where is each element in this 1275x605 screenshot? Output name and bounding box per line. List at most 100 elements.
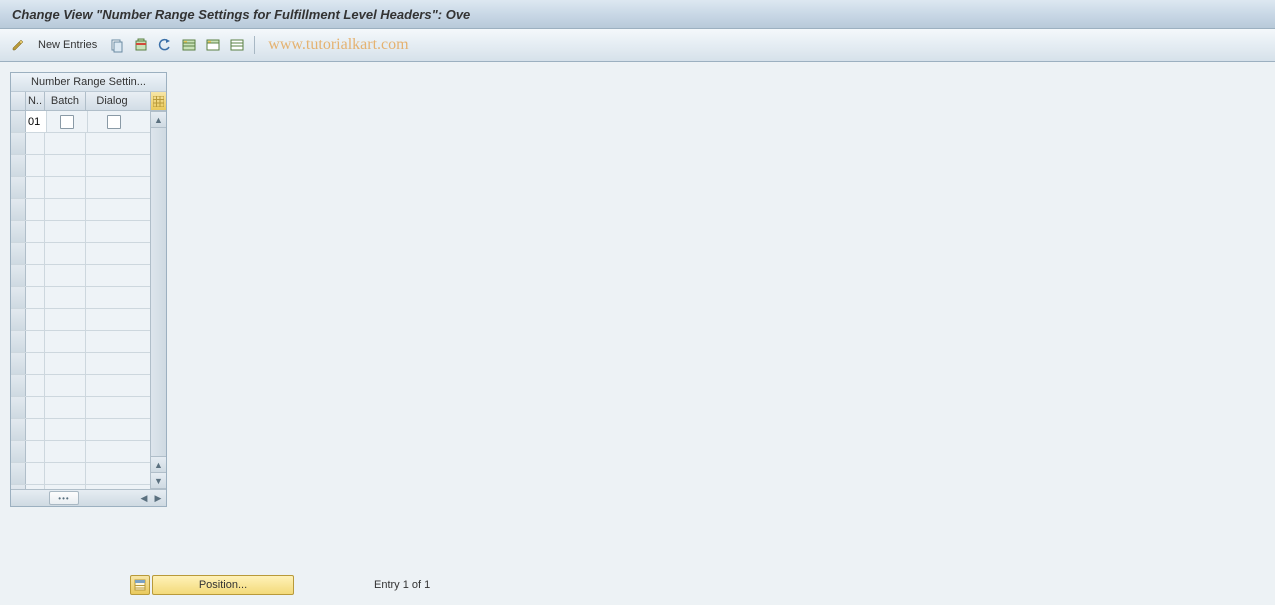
checkbox[interactable] <box>60 115 74 129</box>
scroll-line-up-icon[interactable]: ▲ <box>151 456 166 473</box>
row-selector[interactable] <box>11 309 26 330</box>
cell-n-empty[interactable] <box>26 397 45 418</box>
cell-batch-empty[interactable] <box>45 309 86 330</box>
cell-dialog-empty[interactable] <box>86 463 138 484</box>
row-selector[interactable] <box>11 419 26 440</box>
cell-n-empty[interactable] <box>26 199 45 220</box>
cell-dialog-empty[interactable] <box>86 287 138 308</box>
cell-batch-empty[interactable] <box>45 397 86 418</box>
cell-batch-empty[interactable] <box>45 155 86 176</box>
row-selector[interactable] <box>11 155 26 176</box>
application-toolbar: New Entries www.tutorialkart.com <box>0 29 1275 62</box>
row-selector[interactable] <box>11 243 26 264</box>
column-header-batch[interactable]: Batch <box>45 92 86 110</box>
checkbox[interactable] <box>107 115 121 129</box>
column-header-n[interactable]: N.. <box>26 92 45 110</box>
row-selector[interactable] <box>11 287 26 308</box>
cell-batch-empty[interactable] <box>45 133 86 154</box>
scroll-up-icon[interactable]: ▲ <box>151 111 166 128</box>
cell-n-empty[interactable] <box>26 177 45 198</box>
cell-batch[interactable] <box>47 111 88 132</box>
undo-change-icon[interactable] <box>155 35 175 55</box>
cell-dialog-empty[interactable] <box>86 441 138 462</box>
cell-batch-empty[interactable] <box>45 419 86 440</box>
cell-dialog-empty[interactable] <box>86 397 138 418</box>
cell-n-empty[interactable] <box>26 155 45 176</box>
row-selector[interactable] <box>11 111 26 132</box>
cell-dialog-empty[interactable] <box>86 177 138 198</box>
cell-dialog-empty[interactable] <box>86 375 138 396</box>
cell-n-empty[interactable] <box>26 485 45 489</box>
cell-n-empty[interactable] <box>26 375 45 396</box>
cell-n-empty[interactable] <box>26 265 45 286</box>
scroll-left-icon[interactable]: ◀ <box>138 492 150 504</box>
grid-table: N.. Batch Dialog 01 <box>11 92 150 489</box>
cell-n-empty[interactable] <box>26 353 45 374</box>
copy-as-icon[interactable] <box>107 35 127 55</box>
row-selector[interactable] <box>11 177 26 198</box>
column-header-dialog[interactable]: Dialog <box>86 92 138 110</box>
deselect-all-icon[interactable] <box>227 35 247 55</box>
cell-dialog-empty[interactable] <box>86 485 138 489</box>
cell-n-empty[interactable] <box>26 331 45 352</box>
scroll-down-icon[interactable]: ▼ <box>151 473 166 489</box>
cell-n-empty[interactable] <box>26 419 45 440</box>
cell-n-empty[interactable] <box>26 221 45 242</box>
cell-batch-empty[interactable] <box>45 177 86 198</box>
cell-dialog-empty[interactable] <box>86 419 138 440</box>
scroll-right-icon[interactable]: ▶ <box>152 492 164 504</box>
cell-batch-empty[interactable] <box>45 199 86 220</box>
cell-batch-empty[interactable] <box>45 331 86 352</box>
cell-dialog[interactable] <box>88 111 140 132</box>
cell-batch-empty[interactable] <box>45 287 86 308</box>
cell-dialog-empty[interactable] <box>86 353 138 374</box>
cell-batch-empty[interactable] <box>45 353 86 374</box>
cell-dialog-empty[interactable] <box>86 133 138 154</box>
delete-icon[interactable] <box>131 35 151 55</box>
row-selector[interactable] <box>11 441 26 462</box>
cell-batch-empty[interactable] <box>45 485 86 489</box>
cell-dialog-empty[interactable] <box>86 331 138 352</box>
row-selector[interactable] <box>11 375 26 396</box>
cell-batch-empty[interactable] <box>45 375 86 396</box>
table-settings-icon[interactable] <box>151 92 166 111</box>
row-selector[interactable] <box>11 353 26 374</box>
row-selector[interactable] <box>11 133 26 154</box>
cell-n-empty[interactable] <box>26 133 45 154</box>
row-selector[interactable] <box>11 331 26 352</box>
cell-batch-empty[interactable] <box>45 463 86 484</box>
row-selector[interactable] <box>11 485 26 489</box>
cell-n-empty[interactable] <box>26 243 45 264</box>
cell-dialog-empty[interactable] <box>86 309 138 330</box>
column-overview-icon[interactable]: ••• <box>49 491 79 505</box>
cell-dialog-empty[interactable] <box>86 265 138 286</box>
row-selector[interactable] <box>11 265 26 286</box>
row-selector[interactable] <box>11 463 26 484</box>
new-entries-button[interactable]: New Entries <box>32 35 103 55</box>
row-selector[interactable] <box>11 397 26 418</box>
cell-dialog-empty[interactable] <box>86 155 138 176</box>
horizontal-scrollbar[interactable]: ••• ◀ ▶ <box>11 489 166 506</box>
cell-batch-empty[interactable] <box>45 265 86 286</box>
row-selector[interactable] <box>11 199 26 220</box>
cell-n[interactable]: 01 <box>26 111 47 132</box>
row-selector[interactable] <box>11 221 26 242</box>
table-row-empty <box>11 199 150 221</box>
cell-dialog-empty[interactable] <box>86 221 138 242</box>
cell-dialog-empty[interactable] <box>86 199 138 220</box>
cell-n-empty[interactable] <box>26 287 45 308</box>
cell-batch-empty[interactable] <box>45 221 86 242</box>
cell-dialog-empty[interactable] <box>86 243 138 264</box>
position-icon[interactable] <box>130 575 150 595</box>
cell-batch-empty[interactable] <box>45 243 86 264</box>
toggle-change-icon[interactable] <box>8 35 28 55</box>
cell-n-empty[interactable] <box>26 463 45 484</box>
cell-n-empty[interactable] <box>26 441 45 462</box>
column-selector[interactable] <box>11 92 26 110</box>
select-block-icon[interactable] <box>203 35 223 55</box>
cell-batch-empty[interactable] <box>45 441 86 462</box>
position-button[interactable]: Position... <box>152 575 294 595</box>
vertical-scrollbar[interactable]: ▲ ▲ ▼ <box>150 92 166 489</box>
select-all-icon[interactable] <box>179 35 199 55</box>
cell-n-empty[interactable] <box>26 309 45 330</box>
